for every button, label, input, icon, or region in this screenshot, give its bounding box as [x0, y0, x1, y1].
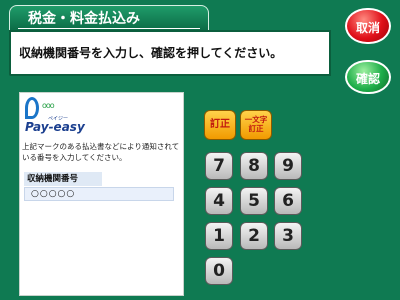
input-panel: ooo ペイジー Pay-easy 上記マークのある払込書などにより通知されてい… [19, 92, 184, 296]
payeasy-logo: ooo ペイジー Pay-easy [22, 95, 85, 139]
one-char-label-line1: 一文字 [244, 115, 268, 124]
help-text: 上記マークのある払込書などにより通知されている番号を入力してください。 [22, 142, 180, 162]
key-3[interactable]: 3 [274, 222, 302, 250]
key-6[interactable]: 6 [274, 187, 302, 215]
logo-text: Pay-easy [25, 120, 85, 134]
field-label: 収納機関番号 [24, 172, 102, 186]
correct-button[interactable]: 訂正 [204, 110, 236, 140]
key-7[interactable]: 7 [205, 152, 233, 180]
key-4[interactable]: 4 [205, 187, 233, 215]
key-8[interactable]: 8 [240, 152, 268, 180]
one-char-correct-button[interactable]: 一文字 訂正 [240, 110, 272, 140]
cancel-button[interactable]: 取消 [345, 8, 391, 44]
key-1[interactable]: 1 [205, 222, 233, 250]
key-0[interactable]: 0 [205, 257, 233, 285]
key-9[interactable]: 9 [274, 152, 302, 180]
page-title: 税金・料金払込み [9, 5, 209, 31]
key-5[interactable]: 5 [240, 187, 268, 215]
one-char-label-line2: 訂正 [248, 124, 264, 133]
logo-dots: ooo [42, 101, 55, 110]
institution-number-input[interactable]: ○○○○○ [24, 187, 174, 201]
confirm-button[interactable]: 確認 [345, 60, 391, 94]
instruction-message: 収納機関番号を入力し、確認を押してください。 [9, 30, 331, 76]
payeasy-mark-icon [25, 97, 39, 119]
key-2[interactable]: 2 [240, 222, 268, 250]
